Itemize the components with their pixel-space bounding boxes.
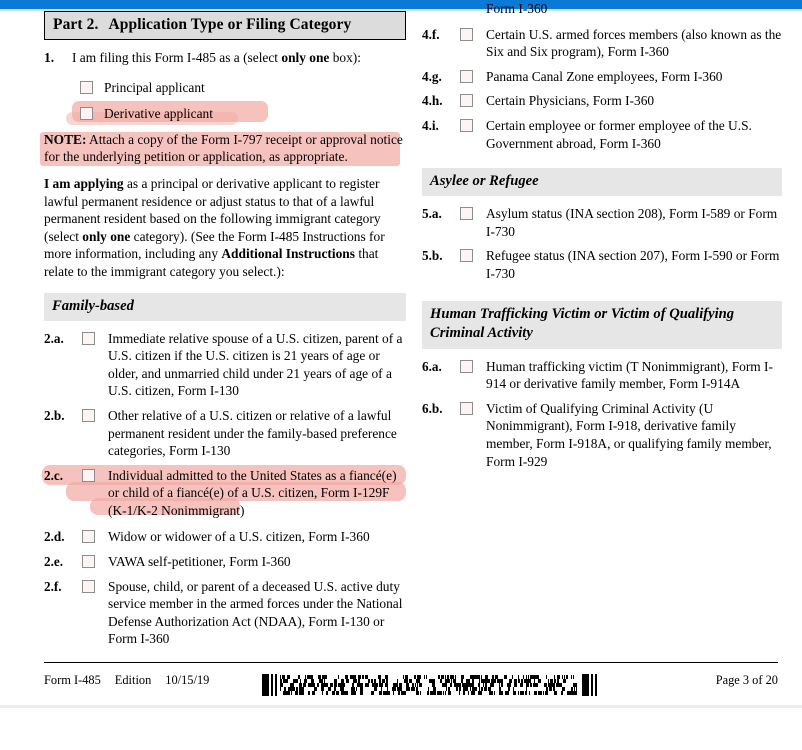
option-2f[interactable]: 2.f. Spouse, child, or parent of a decea… [44, 578, 406, 648]
footer-page-number: Page 3 of 20 [715, 673, 778, 687]
checkbox-principal-applicant[interactable] [80, 80, 93, 94]
option-4g[interactable]: 4.g. Panama Canal Zone employees, Form I… [422, 68, 782, 86]
option-2f-label: Spouse, child, or parent of a deceased U… [108, 578, 403, 647]
option-5a[interactable]: 5.a. Asylum status (INA section 208), Fo… [422, 205, 782, 240]
viewer-background [0, 708, 802, 750]
label-derivative-applicant: Derivative applicant [104, 106, 213, 122]
checkbox-5a[interactable] [460, 207, 473, 221]
label-principal-applicant: Principal applicant [104, 79, 205, 95]
option-derivative-applicant[interactable]: Derivative applicant [44, 101, 406, 126]
option-2b-label: Other relative of a U.S. citizen or rela… [108, 407, 397, 459]
checkbox-2a[interactable] [82, 331, 95, 345]
question-1-row: 1. I am filing this Form I-485 as a (sel… [44, 49, 406, 67]
section-band-family-based: Family-based [44, 292, 406, 321]
option-4g-number: 4.g. [422, 68, 442, 84]
question-1-number: 1. [44, 50, 55, 65]
note-block: NOTE: Attach a copy of the Form I-797 re… [40, 131, 406, 166]
option-4h[interactable]: 4.h. Certain Physicians, Form I-360 [422, 92, 782, 110]
footer-divider [44, 662, 778, 663]
right-column: Form I-360 4.f. Certain U.S. armed force… [422, 0, 782, 477]
footer-form-number: Form I-485 [44, 673, 101, 687]
checkbox-5b[interactable] [460, 249, 473, 263]
option-5a-number: 5.a. [422, 206, 442, 222]
option-4i-number: 4.i. [422, 117, 439, 133]
option-6a-number: 6.a. [422, 358, 442, 374]
part-title: Application Type or Filing Category [108, 16, 352, 33]
option-2c-number: 2.c. [44, 467, 64, 483]
footer-edition-date: 10/15/19 [165, 673, 210, 687]
option-5b-label: Refugee status (INA section 207), Form I… [486, 248, 780, 281]
option-6b-label: Victim of Qualifying Criminal Activity (… [486, 400, 772, 469]
note-label: NOTE: [44, 131, 87, 147]
option-2b[interactable]: 2.b. Other relative of a U.S. citizen or… [44, 407, 406, 460]
checkbox-2d[interactable] [82, 530, 95, 544]
footer-left: Form I-485 Edition 10/15/19 [44, 673, 223, 688]
left-column: Part 2. Application Type or Filing Catego… [40, 11, 406, 655]
option-2a[interactable]: 2.a. Immediate relative spouse of a U.S.… [44, 330, 406, 400]
checkbox-6a[interactable] [460, 359, 473, 373]
checkbox-4i[interactable] [460, 118, 473, 132]
option-4f-label: Certain U.S. armed forces members (also … [486, 26, 782, 60]
applying-lead: I am applying [44, 175, 124, 191]
question-1-emphasis: only one [281, 50, 330, 65]
option-4g-label: Panama Canal Zone employees, Form I-360 [486, 68, 723, 84]
question-1-text-before: I am filing this Form I-485 as a (select [72, 50, 282, 65]
note-text: Attach a copy of the Form I-797 receipt … [44, 131, 403, 165]
section-band-asylee-or-refugee: Asylee or Refugee [422, 168, 782, 197]
option-5b[interactable]: 5.b. Refugee status (INA section 207), F… [422, 247, 782, 282]
option-2d-number: 2.d. [44, 529, 65, 545]
section-band-human-trafficking: Human Trafficking Victim or Victim of Qu… [422, 300, 782, 349]
option-2f-number: 2.f. [44, 578, 62, 594]
checkbox-2b[interactable] [82, 408, 95, 422]
applying-paragraph: I am applying as a principal or derivati… [44, 175, 406, 281]
option-2e[interactable]: 2.e. VAWA self-petitioner, Form I-360 [44, 553, 406, 571]
option-6a[interactable]: 6.a. Human trafficking victim (T Nonimmi… [422, 358, 782, 393]
document-page: Part 2. Application Type or Filing Catego… [0, 1, 802, 705]
option-2a-label: Immediate relative spouse of a U.S. citi… [108, 330, 403, 399]
checkbox-2f[interactable] [82, 579, 95, 593]
continuation-line-4e: Form I-360 [422, 0, 782, 18]
part-number: Part 2. [53, 16, 99, 33]
option-2e-number: 2.e. [44, 554, 64, 570]
checkbox-4h[interactable] [460, 94, 473, 108]
checkbox-4f[interactable] [460, 27, 473, 41]
applying-bold-2: Additional Instructions [221, 246, 355, 262]
option-4i[interactable]: 4.i. Certain employee or former employee… [422, 117, 782, 152]
option-2a-number: 2.a. [44, 330, 64, 346]
option-5b-number: 5.b. [422, 248, 443, 264]
option-2d-label: Widow or widower of a U.S. citizen, Form… [108, 529, 370, 545]
continuation-text: Form I-360 [486, 1, 548, 16]
option-4h-number: 4.h. [422, 93, 443, 109]
option-2e-label: VAWA self-petitioner, Form I-360 [108, 554, 291, 570]
option-2b-number: 2.b. [44, 407, 65, 423]
checkbox-4g[interactable] [460, 69, 473, 83]
option-4h-label: Certain Physicians, Form I-360 [486, 93, 655, 109]
option-2c[interactable]: 2.c. Individual admitted to the United S… [42, 464, 406, 520]
continuation-box-spacer [460, 2, 473, 15]
checkbox-2c[interactable] [82, 468, 95, 482]
option-6b[interactable]: 6.b. Victim of Qualifying Criminal Activ… [422, 400, 782, 470]
question-1-text-after: box): [329, 50, 361, 65]
option-4f[interactable]: 4.f. Certain U.S. armed forces members (… [422, 26, 782, 61]
part-2-header: Part 2. Application Type or Filing Catego… [44, 11, 406, 40]
applying-bold-1: only one [82, 228, 131, 244]
option-2c-label: Individual admitted to the United States… [108, 467, 397, 518]
option-4i-label: Certain employee or former employee of t… [486, 117, 752, 151]
checkbox-2e[interactable] [82, 555, 95, 569]
option-2d[interactable]: 2.d. Widow or widower of a U.S. citizen,… [44, 528, 406, 546]
option-6a-label: Human trafficking victim (T Nonimmigrant… [486, 358, 773, 392]
footer-edition-label: Edition [114, 673, 152, 687]
checkbox-6b[interactable] [460, 401, 473, 415]
option-principal-applicant[interactable]: Principal applicant [44, 79, 406, 97]
question-1-text: I am filing this Form I-485 as a (select… [72, 49, 406, 67]
checkbox-derivative-applicant[interactable] [80, 107, 93, 121]
option-6b-number: 6.b. [422, 400, 443, 416]
option-5a-label: Asylum status (INA section 208), Form I-… [486, 206, 778, 239]
pdf417-barcode [262, 672, 600, 698]
option-4f-number: 4.f. [422, 26, 440, 42]
